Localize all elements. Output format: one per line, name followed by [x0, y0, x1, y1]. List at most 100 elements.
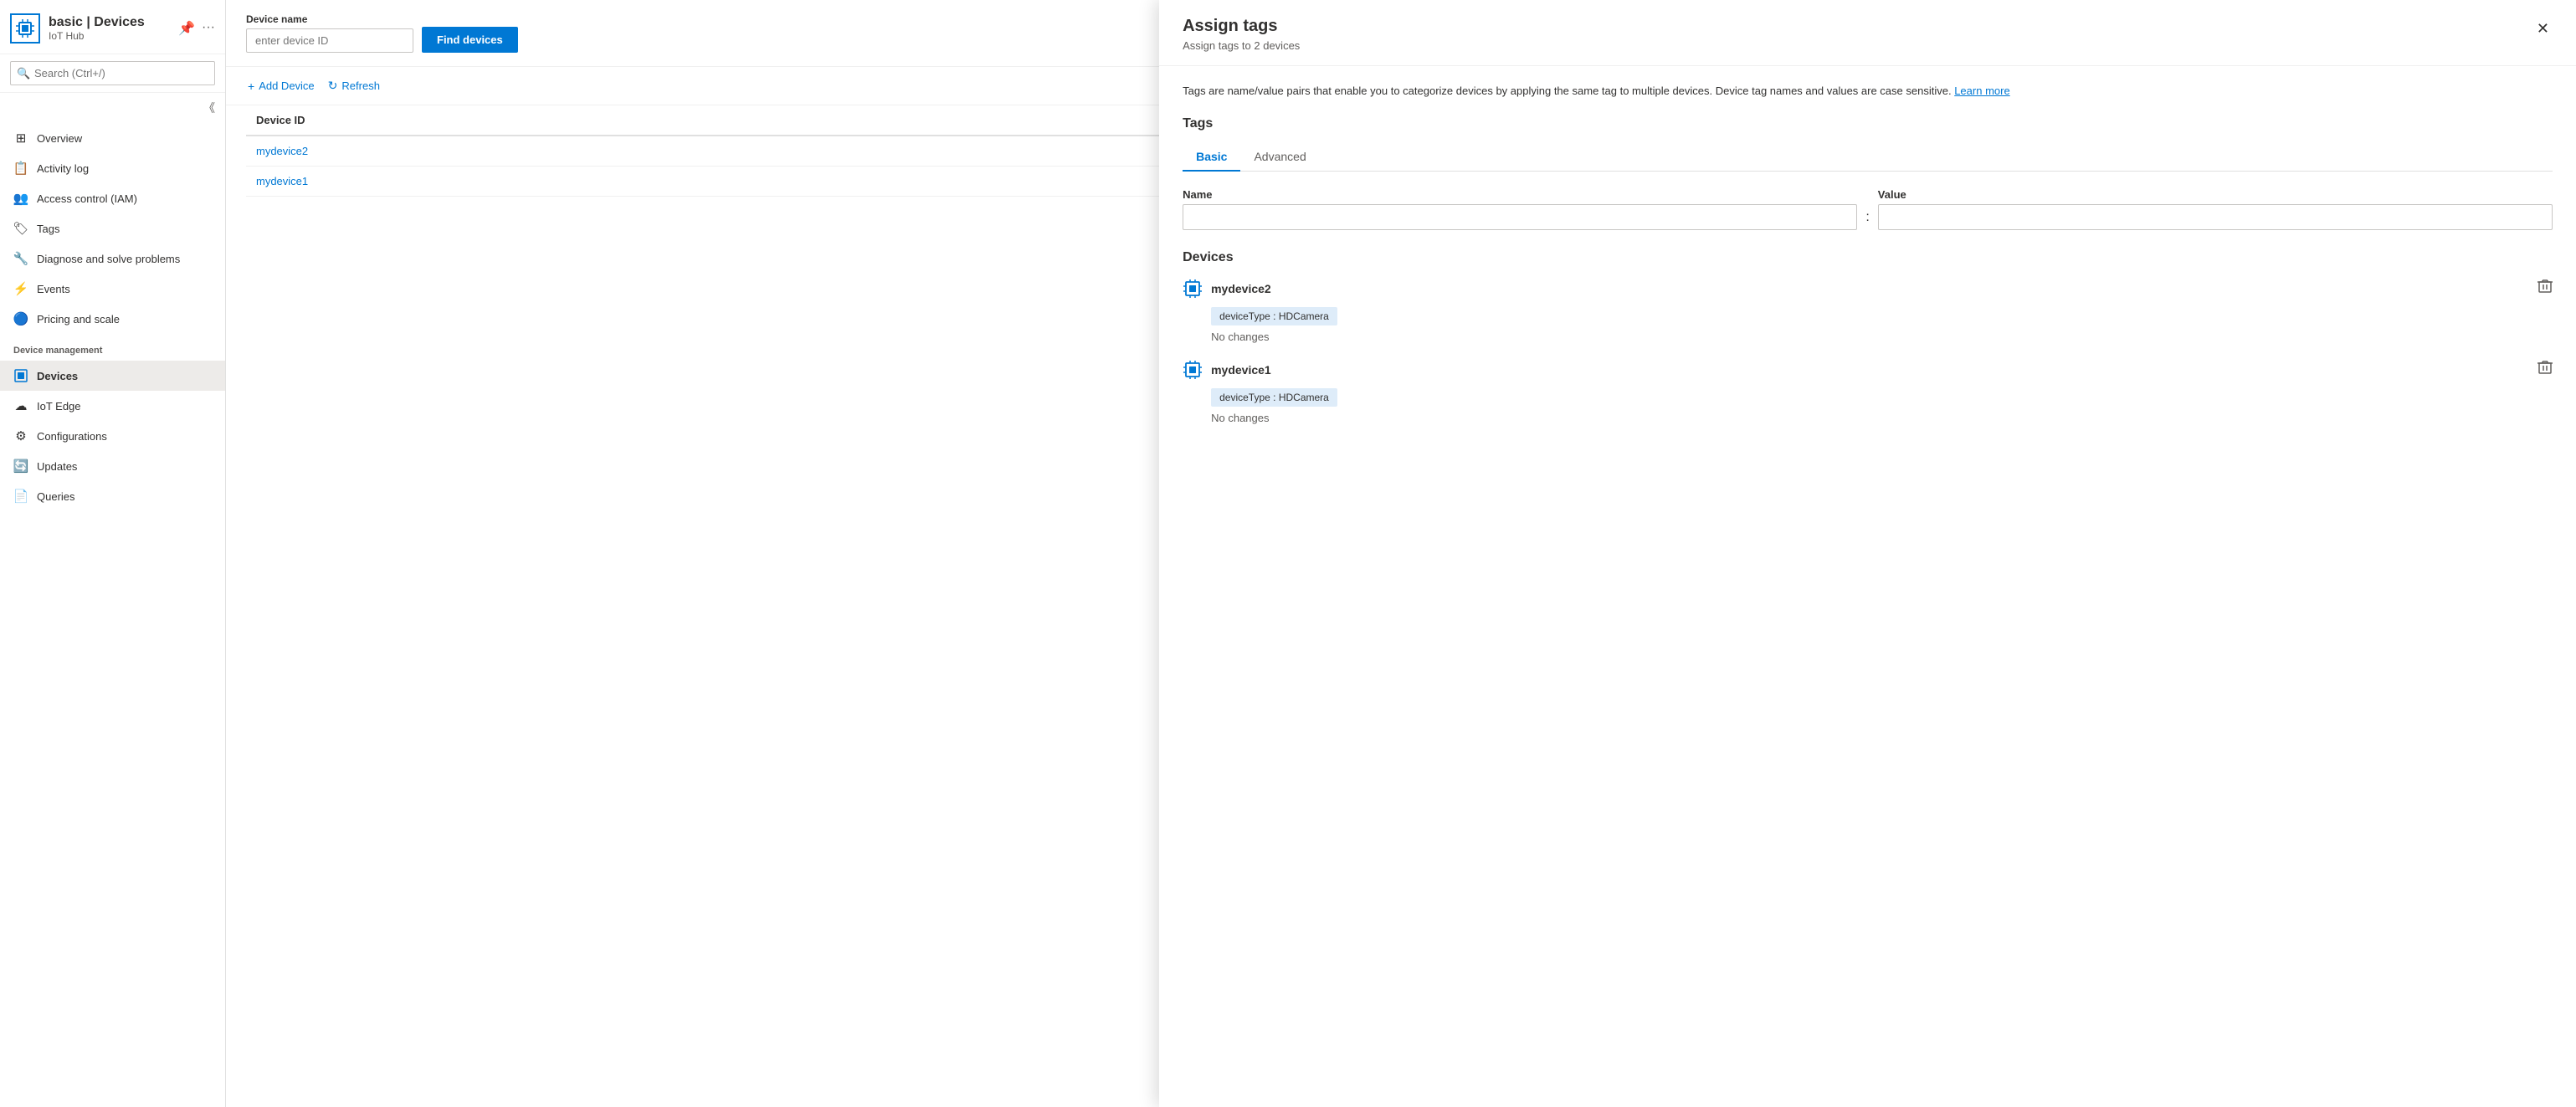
sidebar-item-label: Overview — [37, 132, 82, 145]
panel-title-group: Assign tags Assign tags to 2 devices — [1183, 17, 1300, 52]
sidebar-item-overview[interactable]: ⊞ Overview — [0, 123, 225, 153]
sidebar-item-label: Diagnose and solve problems — [37, 253, 180, 265]
sidebar-item-iot-edge[interactable]: ☁ IoT Edge — [0, 391, 225, 421]
device-tag-badge: deviceType : HDCamera — [1211, 388, 1337, 407]
device-link[interactable]: mydevice1 — [256, 175, 308, 187]
refresh-icon: ↻ — [328, 79, 338, 93]
app-name: basic — [49, 15, 83, 29]
sidebar-item-configurations[interactable]: ⚙ Configurations — [0, 421, 225, 451]
device-chip-icon — [1183, 360, 1203, 380]
tag-name-label: Name — [1183, 188, 1857, 201]
find-devices-button[interactable]: Find devices — [422, 27, 518, 53]
device-name-input[interactable] — [246, 28, 413, 53]
refresh-button[interactable]: ↻ Refresh — [326, 75, 382, 96]
tag-value-label: Value — [1878, 188, 2553, 201]
devices-icon — [13, 368, 28, 383]
refresh-label: Refresh — [341, 79, 380, 92]
sidebar-item-updates[interactable]: 🔄 Updates — [0, 451, 225, 481]
sidebar-item-label: Access control (IAM) — [37, 192, 137, 205]
sidebar-item-label: Devices — [37, 370, 78, 382]
collapse-button[interactable]: 《 — [0, 93, 225, 123]
sidebar-nav: ⊞ Overview 📋 Activity log 👥 Access contr… — [0, 123, 225, 1107]
sidebar-item-diagnose[interactable]: 🔧 Diagnose and solve problems — [0, 243, 225, 274]
sidebar-item-devices[interactable]: Devices — [0, 361, 225, 391]
tags-section-label: Tags — [1183, 116, 2553, 131]
device-name-field: Device name — [246, 13, 413, 53]
sidebar-header: basic | Devices IoT Hub 📌 ··· — [0, 0, 225, 54]
sidebar-item-label: Activity log — [37, 162, 89, 175]
sidebar-item-pricing[interactable]: 🔵 Pricing and scale — [0, 304, 225, 334]
assign-tags-panel: Assign tags Assign tags to 2 devices ✕ T… — [1159, 0, 2576, 1107]
sidebar-item-label: Queries — [37, 490, 75, 503]
app-resource: Devices — [94, 15, 145, 29]
sidebar-item-activity-log[interactable]: 📋 Activity log — [0, 153, 225, 183]
device-management-section: Device management — [0, 334, 225, 361]
sidebar-item-label: Events — [37, 283, 70, 295]
configurations-icon: ⚙ — [13, 428, 28, 443]
search-icon: 🔍 — [17, 67, 30, 80]
device-name: mydevice1 — [1211, 363, 1271, 377]
device-card-header: mydevice2 — [1183, 279, 2553, 299]
device-chip-icon — [1183, 279, 1203, 299]
sidebar-item-events[interactable]: ⚡ Events — [0, 274, 225, 304]
tab-basic[interactable]: Basic — [1183, 143, 1240, 172]
diagnose-icon: 🔧 — [13, 251, 28, 266]
learn-more-link[interactable]: Learn more — [1954, 85, 2009, 97]
panel-title: Assign tags — [1183, 17, 1300, 36]
tab-advanced[interactable]: Advanced — [1240, 143, 1319, 172]
app-logo — [10, 13, 40, 44]
app-title: basic | Devices — [49, 15, 170, 30]
device-card-header: mydevice1 — [1183, 360, 2553, 380]
events-icon: ⚡ — [13, 281, 28, 296]
search-input[interactable] — [10, 61, 215, 85]
search-bar: 🔍 — [0, 54, 225, 93]
add-device-button[interactable]: + Add Device — [246, 76, 316, 96]
pin-icon[interactable]: 📌 — [178, 20, 195, 37]
queries-icon: 📄 — [13, 489, 28, 504]
device-name-label: Device name — [246, 13, 413, 25]
device-status: No changes — [1211, 331, 2553, 343]
tag-name-input[interactable] — [1183, 204, 1857, 230]
tag-input-row: Name : Value — [1183, 188, 2553, 230]
more-icon[interactable]: ··· — [202, 20, 215, 37]
sidebar-item-label: Updates — [37, 460, 77, 473]
panel-subtitle: Assign tags to 2 devices — [1183, 39, 1300, 52]
add-icon: + — [248, 79, 254, 93]
collapse-icon: 《 — [203, 100, 215, 116]
header-actions: 📌 ··· — [178, 20, 215, 37]
tags-icon: 🏷 — [13, 221, 28, 236]
device-link[interactable]: mydevice2 — [256, 145, 308, 157]
devices-section-label: Devices — [1183, 250, 2553, 265]
access-control-icon: 👥 — [13, 191, 28, 206]
panel-close-button[interactable]: ✕ — [2533, 17, 2553, 41]
sidebar-item-access-control[interactable]: 👥 Access control (IAM) — [0, 183, 225, 213]
tag-value-field: Value — [1878, 188, 2553, 230]
activity-log-icon: 📋 — [13, 161, 28, 176]
sidebar: basic | Devices IoT Hub 📌 ··· 🔍 《 ⊞ Over… — [0, 0, 226, 1107]
device-tag-badge: deviceType : HDCamera — [1211, 307, 1337, 325]
device-card-mydevice1: mydevice1 deviceType : HDCamera No chang… — [1183, 360, 2553, 424]
pricing-icon: 🔵 — [13, 311, 28, 326]
device-card-mydevice2: mydevice2 deviceType : HDCamera No chang… — [1183, 279, 2553, 343]
tabs: Basic Advanced — [1183, 143, 2553, 172]
colon-separator: : — [1865, 210, 1869, 225]
app-title-group: basic | Devices IoT Hub — [49, 15, 170, 42]
app-subtitle: IoT Hub — [49, 30, 170, 42]
iot-edge-icon: ☁ — [13, 398, 28, 413]
tag-value-input[interactable] — [1878, 204, 2553, 230]
delete-device-button[interactable] — [2538, 360, 2553, 379]
chip-icon — [16, 19, 34, 38]
sidebar-item-label: Configurations — [37, 430, 107, 443]
device-status: No changes — [1211, 412, 2553, 424]
updates-icon: 🔄 — [13, 459, 28, 474]
device-name: mydevice2 — [1211, 282, 1271, 295]
sidebar-item-tags[interactable]: 🏷 Tags — [0, 213, 225, 243]
sidebar-item-queries[interactable]: 📄 Queries — [0, 481, 225, 511]
sidebar-item-label: Tags — [37, 223, 59, 235]
panel-description: Tags are name/value pairs that enable yo… — [1183, 83, 2553, 100]
panel-body: Tags are name/value pairs that enable yo… — [1159, 66, 2576, 458]
tag-name-field: Name — [1183, 188, 1857, 230]
panel-description-text: Tags are name/value pairs that enable yo… — [1183, 85, 1951, 97]
delete-device-button[interactable] — [2538, 279, 2553, 298]
sidebar-item-label: IoT Edge — [37, 400, 81, 413]
